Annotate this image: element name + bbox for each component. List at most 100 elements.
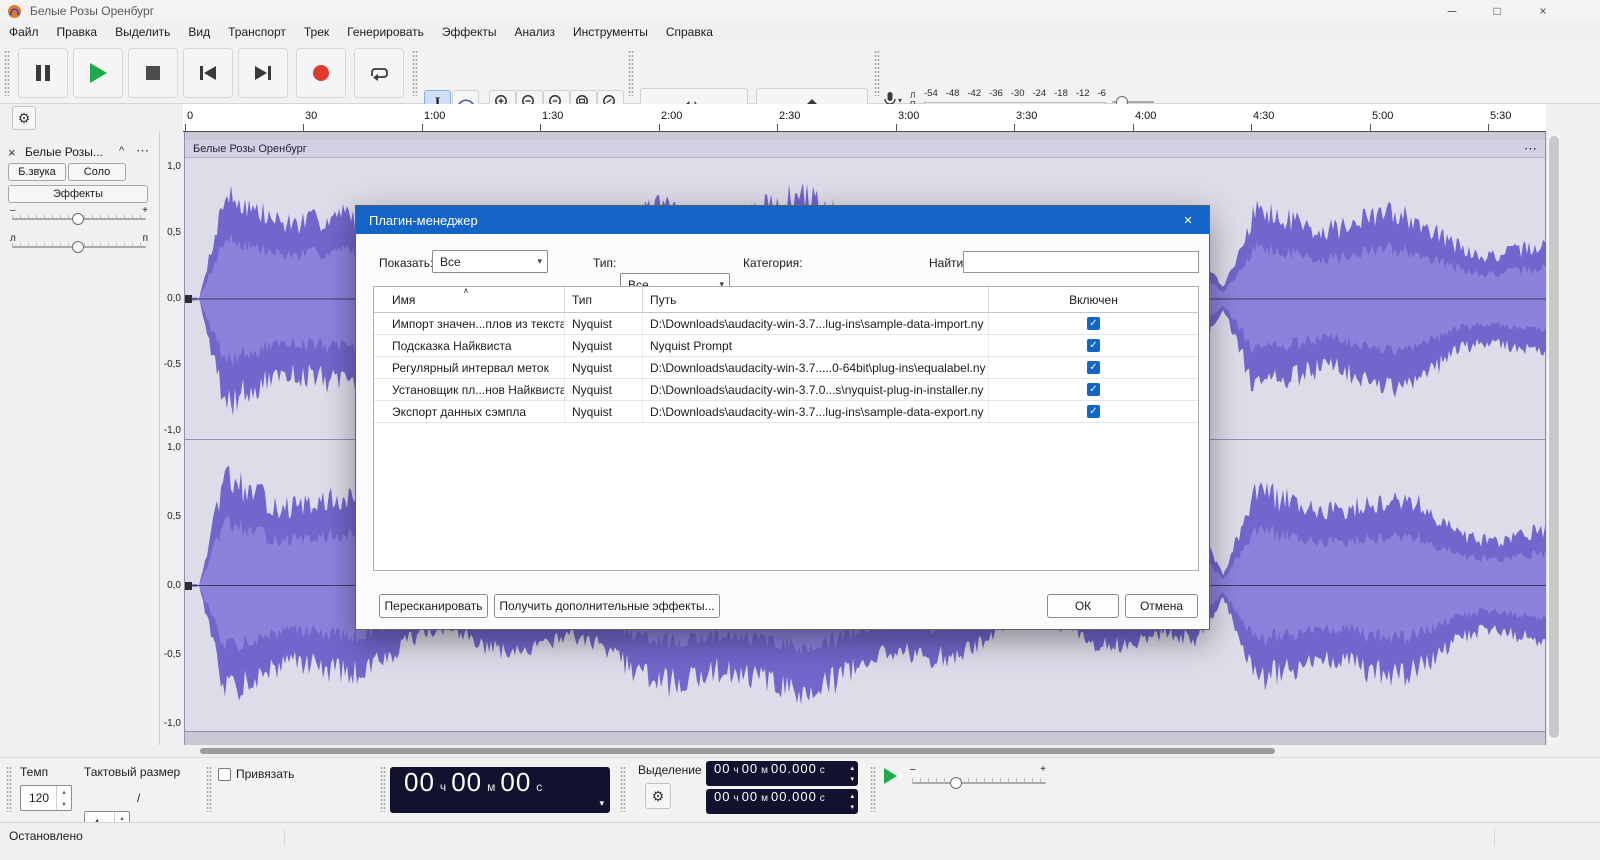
snap-grip[interactable] [206,766,212,812]
gain-slider[interactable]: – + [8,205,150,227]
solo-button[interactable]: Соло [68,163,126,181]
time-ruler[interactable]: 0 30 1:00 1:30 2:00 2:30 3:00 3:30 4:00 … [183,104,1546,132]
ok-button[interactable]: ОК [1047,594,1119,618]
mute-button[interactable]: Б.звука [8,163,66,181]
stop-icon [146,66,160,80]
minimize-button[interactable]: ─ [1430,0,1474,22]
selection-options-button[interactable]: ⚙ [645,783,671,809]
timeline-options-button[interactable]: ⚙ [12,106,36,130]
skip-to-end-button[interactable] [238,48,288,98]
close-button[interactable]: × [1521,0,1565,22]
table-row[interactable]: Подсказка Найквиста Nyquist Nyquist Prom… [374,335,1198,357]
snap-toggle[interactable]: Привязать [218,767,294,781]
track-collapse-icon[interactable]: ^ [119,145,124,157]
record-button[interactable] [296,48,346,98]
spin-up-icon[interactable]: ▴ [850,792,854,800]
spin-up-icon[interactable]: ▴ [850,764,854,772]
menu-generate[interactable]: Генерировать [338,22,433,42]
clip-menu-kebab-icon[interactable]: ⋯ [1524,141,1537,157]
menu-tracks[interactable]: Трек [295,22,338,42]
enabled-checkbox[interactable]: ✓ [1087,361,1100,374]
vertical-scrollbar[interactable] [1546,132,1560,745]
table-row[interactable]: Установщик пл...нов Найквиста Nyquist D:… [374,379,1198,401]
timecode-grip[interactable] [380,766,386,812]
cell-name: Экспорт данных сэмпла [374,401,565,422]
menu-tools[interactable]: Инструменты [564,22,657,42]
menu-select[interactable]: Выделить [106,22,179,42]
get-more-effects-button[interactable]: Получить дополнительные эффекты... [494,594,720,618]
spin-down-icon[interactable]: ▾ [57,798,71,810]
horizontal-scrollbar-thumb[interactable] [200,748,1275,754]
snap-checkbox[interactable] [218,768,231,781]
clip-header[interactable]: Белые Розы Оренбург ⋯ [185,140,1545,158]
cancel-button[interactable]: Отмена [1125,594,1198,618]
play-at-speed-button[interactable] [884,768,897,784]
play-at-speed-grip[interactable] [870,766,876,812]
header-enabled[interactable]: Включен [989,287,1198,312]
audio-setup-grip[interactable] [628,50,634,96]
tempo-spinner[interactable]: 120 ▴▾ [20,785,72,811]
clip-bottom-border [185,731,1545,732]
time-display[interactable]: 00ч 00м 00с ▾ [390,767,610,813]
spin-up-icon[interactable]: ▴ [57,786,71,798]
transport-grip[interactable] [4,50,10,96]
pan-slider[interactable]: л п [8,233,150,255]
rescan-button[interactable]: Пересканировать [379,594,488,618]
track-name[interactable]: Белые Розы... [25,145,117,159]
enabled-checkbox[interactable]: ✓ [1087,405,1100,418]
selection-grip[interactable] [620,766,626,812]
maximize-button[interactable]: □ [1475,0,1519,22]
show-filter-combo[interactable]: Все▾ [432,250,548,273]
enabled-checkbox[interactable]: ✓ [1087,339,1100,352]
menu-analyze[interactable]: Анализ [505,22,564,42]
pan-knob[interactable] [72,241,84,253]
header-name[interactable]: Имя [374,287,565,312]
menu-view[interactable]: Вид [179,22,219,42]
enabled-checkbox[interactable]: ✓ [1087,383,1100,396]
skip-to-start-button[interactable] [183,48,233,98]
header-path[interactable]: Путь [643,287,989,312]
loop-button[interactable] [354,48,404,98]
scale-label: 1,0 [167,161,181,172]
track-menu-kebab-icon[interactable]: ⋯ [136,143,149,159]
menu-edit[interactable]: Правка [48,22,107,42]
time-minutes-unit: м [487,780,495,794]
enabled-checkbox[interactable]: ✓ [1087,317,1100,330]
gain-knob[interactable] [72,213,84,225]
table-row[interactable]: Импорт значен...плов из текста Nyquist D… [374,313,1198,335]
time-toolbar-grip[interactable] [6,766,12,812]
menu-effect[interactable]: Эффекты [433,22,506,42]
tempo-spin-arrows[interactable]: ▴▾ [56,786,71,810]
ruler-tick: 3:00 [898,110,919,122]
selection-end-field[interactable]: 00ч 00м 00.000с ▴ ▾ [706,789,858,814]
dialog-titlebar[interactable]: Плагин-менеджер × [356,206,1209,234]
effects-button[interactable]: Эффекты [8,185,148,203]
tools-grip[interactable] [412,50,418,96]
spin-down-icon[interactable]: ▾ [850,775,854,783]
audacity-window: Белые Розы Оренбург ─ □ × Файл Правка Вы… [0,0,1600,860]
pause-button[interactable] [18,48,68,98]
header-type[interactable]: Тип [565,287,643,312]
spin-down-icon[interactable]: ▾ [850,803,854,811]
play-speed-slider[interactable]: – + [908,764,1050,798]
meters-grip[interactable] [874,50,880,96]
menu-file[interactable]: Файл [0,22,48,42]
vertical-scale-ruler[interactable]: 1,0 0,5 0,0 -0,5 -1,0 1,0 0,5 0,0 -0,5 -… [160,132,184,745]
dialog-close-icon[interactable]: × [1167,206,1209,234]
vertical-scrollbar-thumb[interactable] [1549,136,1559,738]
stop-button[interactable] [128,48,178,98]
category-filter-label: Категория: [743,256,802,270]
selection-start-field[interactable]: 00ч 00м 00.000с ▴ ▾ [706,761,858,786]
table-row[interactable]: Регулярный интервал меток Nyquist D:\Dow… [374,357,1198,379]
status-separator [284,828,285,846]
time-hours-unit: ч [440,780,446,794]
track-close-icon[interactable]: × [8,145,16,160]
menu-help[interactable]: Справка [657,22,722,42]
time-display-dropdown-icon[interactable]: ▾ [599,798,604,809]
find-input[interactable] [963,251,1199,273]
selection-label: Выделение [638,763,702,777]
menu-transport[interactable]: Транспорт [219,22,295,42]
play-button[interactable] [73,48,123,98]
speed-knob[interactable] [950,777,962,789]
table-row[interactable]: Экспорт данных сэмпла Nyquist D:\Downloa… [374,401,1198,423]
